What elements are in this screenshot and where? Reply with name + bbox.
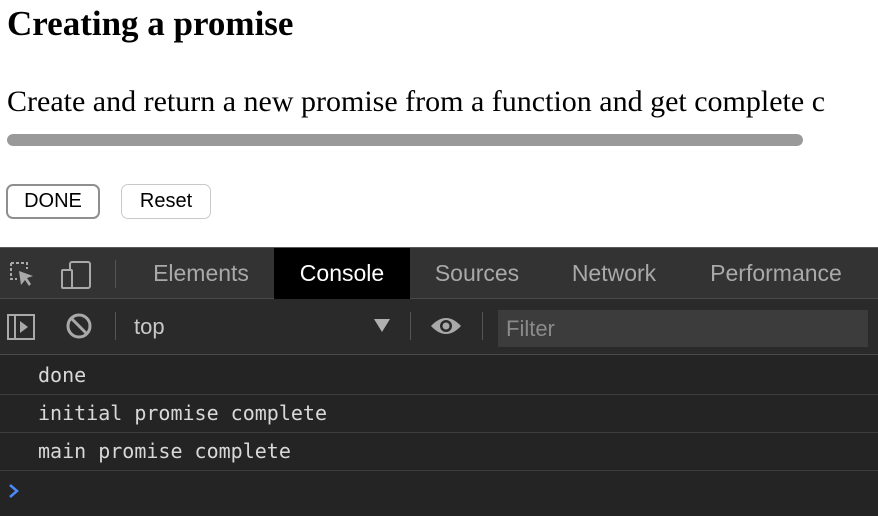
console-toolbar: top [0,299,878,355]
clear-console-icon[interactable] [65,312,93,340]
tab-console[interactable]: Console [274,248,410,299]
demo-page: Creating a promise Create and return a n… [0,0,878,247]
console-message: main promise complete [0,433,878,471]
toolbar-divider [115,260,116,288]
context-selector[interactable]: top [134,299,165,354]
devtools-tab-bar: Elements Console Sources Network Performance [0,247,878,299]
tab-elements[interactable]: Elements [128,248,274,299]
reset-button[interactable]: Reset [121,184,211,219]
page-title: Creating a promise [7,4,294,43]
inspect-element-icon[interactable] [8,260,36,288]
filter-input[interactable] [498,310,868,347]
done-button[interactable]: DONE [6,184,100,219]
tab-sources[interactable]: Sources [410,248,544,299]
progress-bar [7,134,803,146]
page-description: Create and return a new promise from a f… [7,85,826,118]
console-sidebar-icon[interactable] [6,312,35,340]
console-message: done [0,357,878,395]
chevron-down-icon[interactable] [374,319,390,332]
toolbar-divider [115,312,116,340]
live-expression-eye-icon[interactable] [429,314,463,342]
chevron-right-icon [7,481,21,506]
tab-network[interactable]: Network [544,248,684,299]
toolbar-divider [482,312,483,340]
tab-performance[interactable]: Performance [684,248,868,299]
console-message: initial promise complete [0,395,878,433]
devtools-panel: Elements Console Sources Network Performance… [0,247,878,516]
console-prompt[interactable] [0,471,878,516]
device-toolbar-icon[interactable] [60,260,91,289]
toolbar-divider [410,312,411,340]
progress-bar-fill [7,134,803,146]
